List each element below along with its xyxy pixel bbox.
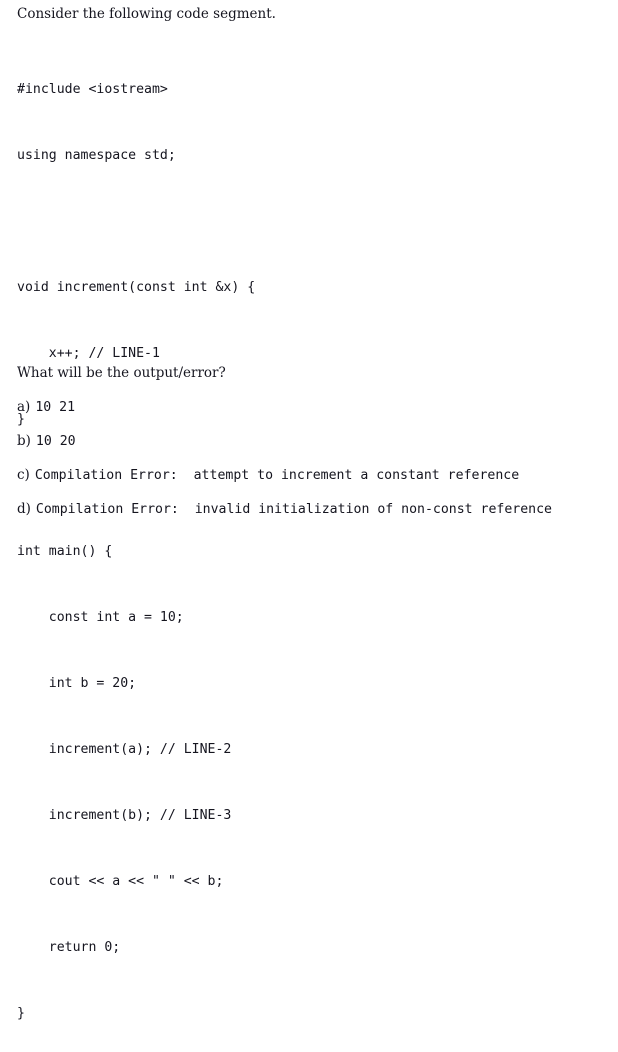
option-label: d) (17, 501, 31, 517)
code-block: #include <iostream> using namespace std;… (17, 35, 255, 1052)
option-text: Compilation Error: attempt to increment … (34, 468, 520, 483)
code-line: cout << a << " " << b; (17, 874, 224, 889)
option-label: b) (17, 433, 31, 449)
code-line: increment(a); // LINE-2 (17, 742, 232, 757)
answer-option-d[interactable]: d) Compilation Error: invalid initializa… (17, 501, 552, 517)
document-page: Consider the following code segment. #in… (0, 0, 618, 1021)
answer-option-c[interactable]: c) Compilation Error: attempt to increme… (17, 467, 519, 483)
code-line: const int a = 10; (17, 610, 184, 625)
answer-option-a[interactable]: a) 10 21 (17, 399, 75, 415)
code-line: using namespace std; (17, 148, 176, 163)
option-text: 10 20 (35, 434, 76, 449)
code-line: } (17, 1006, 25, 1021)
option-label: c) (17, 467, 30, 483)
code-line: int b = 20; (17, 676, 137, 691)
code-line: #include <iostream> (17, 82, 168, 97)
answer-option-b[interactable]: b) 10 20 (17, 433, 76, 449)
intro-paragraph: Consider the following code segment. (17, 6, 276, 22)
option-text: 10 21 (35, 400, 76, 415)
option-label: a) (17, 399, 31, 415)
code-line: void increment(const int &x) { (17, 280, 256, 295)
question-prompt: What will be the output/error? (17, 365, 226, 381)
code-line: increment(b); // LINE-3 (17, 808, 232, 823)
code-line: x++; // LINE-1 (17, 346, 160, 361)
option-text: Compilation Error: invalid initializatio… (35, 502, 552, 517)
code-line: int main() { (17, 544, 113, 559)
code-line: return 0; (17, 940, 121, 955)
